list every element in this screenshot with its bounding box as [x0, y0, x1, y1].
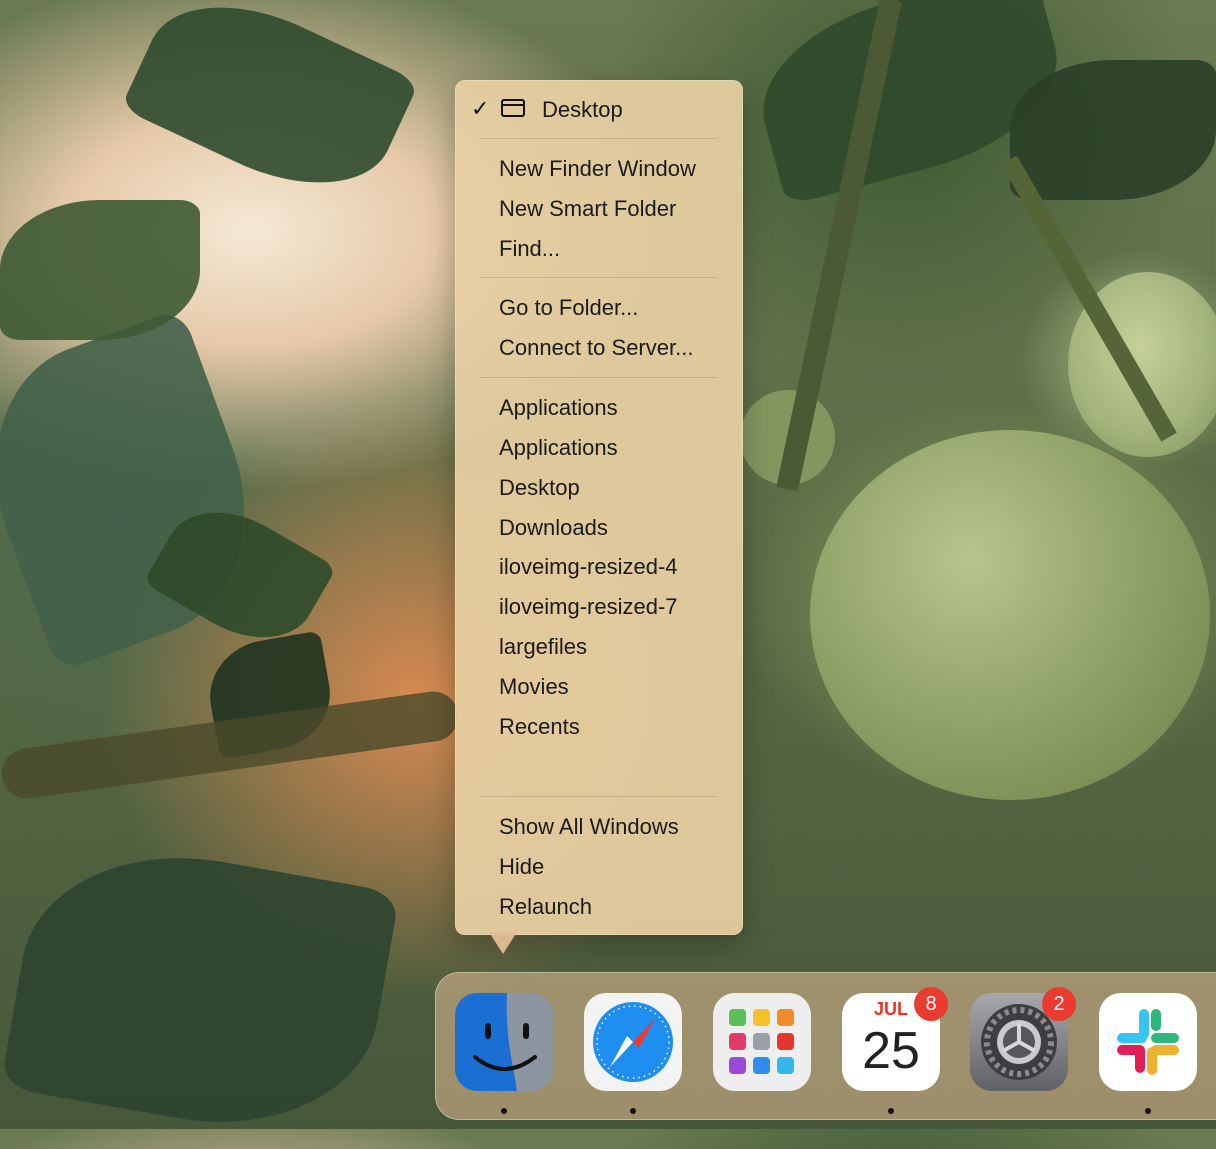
dock-app-slack[interactable] [1099, 993, 1197, 1091]
menu-pointer [489, 932, 517, 954]
menu-item-connect-to-server[interactable]: Connect to Server... [499, 328, 693, 368]
menu-item-folder[interactable]: Desktop [499, 468, 580, 508]
running-indicator [630, 1108, 636, 1114]
menu-separator [480, 377, 718, 378]
menu-item-hide[interactable]: Hide [499, 847, 544, 887]
menu-item-folder[interactable]: iloveimg-resized-7 [499, 587, 678, 627]
safari-icon [593, 1002, 673, 1082]
dock-app-finder[interactable] [455, 993, 553, 1091]
finder-icon [455, 993, 553, 1091]
menu-item-show-all-windows[interactable]: Show All Windows [499, 807, 679, 847]
menu-item-relaunch[interactable]: Relaunch [499, 887, 592, 927]
menu-item-folder[interactable]: largefiles [499, 627, 587, 667]
checkmark-icon: ✓ [471, 96, 490, 121]
menu-item-folder[interactable]: Downloads [499, 508, 608, 548]
launchpad-icon [729, 1009, 794, 1074]
menu-item-folder[interactable]: Recents [499, 707, 580, 747]
menu-item-folder[interactable]: Movies [499, 667, 569, 707]
window-icon [501, 99, 525, 117]
menu-item-go-to-folder[interactable]: Go to Folder... [499, 288, 638, 328]
running-indicator [501, 1108, 507, 1114]
menu-separator [480, 796, 718, 797]
calendar-badge: 8 [914, 987, 948, 1021]
menu-item-desktop-window[interactable]: Desktop [542, 90, 623, 130]
calendar-day: 25 [862, 1022, 920, 1080]
slack-icon [1117, 1009, 1179, 1075]
tomato-large [810, 430, 1210, 800]
menu-separator [480, 277, 718, 278]
menu-item-new-finder-window[interactable]: New Finder Window [499, 149, 696, 189]
menu-separator [480, 138, 718, 139]
menu-item-find[interactable]: Find... [499, 229, 560, 269]
running-indicator [888, 1108, 894, 1114]
dock-app-launchpad[interactable] [713, 993, 811, 1091]
menu-item-folder[interactable]: iloveimg-resized-4 [499, 547, 678, 587]
dock-app-safari[interactable] [584, 993, 682, 1091]
menu-item-folder[interactable]: Applications [499, 388, 618, 428]
menu-item-new-smart-folder[interactable]: New Smart Folder [499, 189, 676, 229]
running-indicator [1145, 1108, 1151, 1114]
menu-item-folder[interactable]: Applications [499, 428, 618, 468]
finder-dock-menu: ✓ Desktop New Finder Window New Smart Fo… [455, 80, 743, 935]
settings-badge: 2 [1042, 987, 1076, 1021]
